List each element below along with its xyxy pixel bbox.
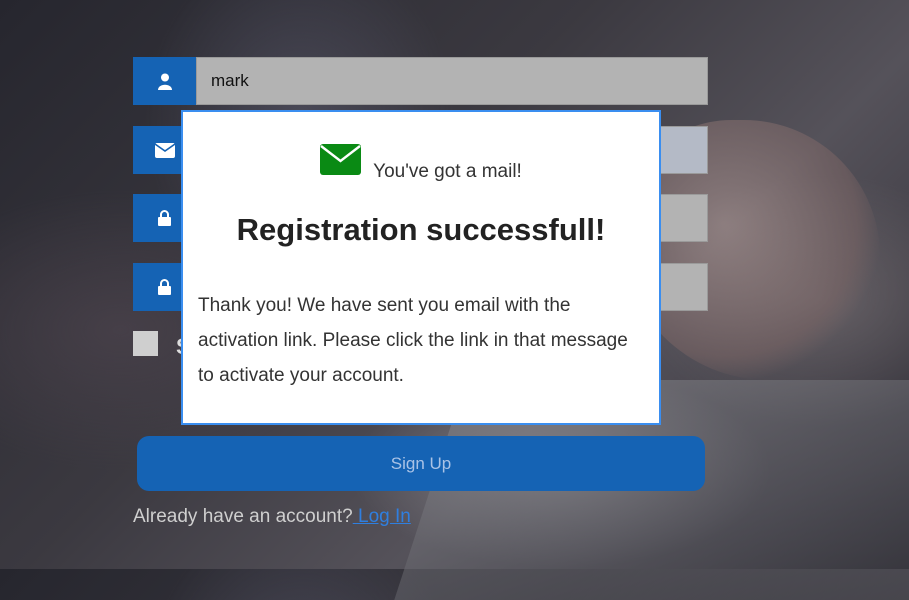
- mail-notice-text: You've got a mail!: [373, 161, 522, 182]
- username-field: mark: [133, 57, 708, 105]
- login-prompt: Already have an account? Log In: [133, 506, 411, 528]
- login-prompt-text: Already have an account?: [133, 506, 353, 527]
- remember-checkbox[interactable]: [133, 331, 158, 356]
- user-icon: [133, 57, 196, 105]
- envelope-icon: [320, 144, 362, 180]
- modal-title: Registration successfull!: [236, 212, 606, 247]
- modal-message: Thank you! We have sent you email with t…: [198, 295, 628, 386]
- login-link[interactable]: Log In: [353, 506, 411, 527]
- username-input[interactable]: mark: [196, 57, 708, 105]
- mail-notice: You've got a mail!: [183, 144, 659, 182]
- registration-success-modal: You've got a mail! Registration successf…: [181, 110, 661, 425]
- signup-button[interactable]: Sign Up: [137, 436, 705, 491]
